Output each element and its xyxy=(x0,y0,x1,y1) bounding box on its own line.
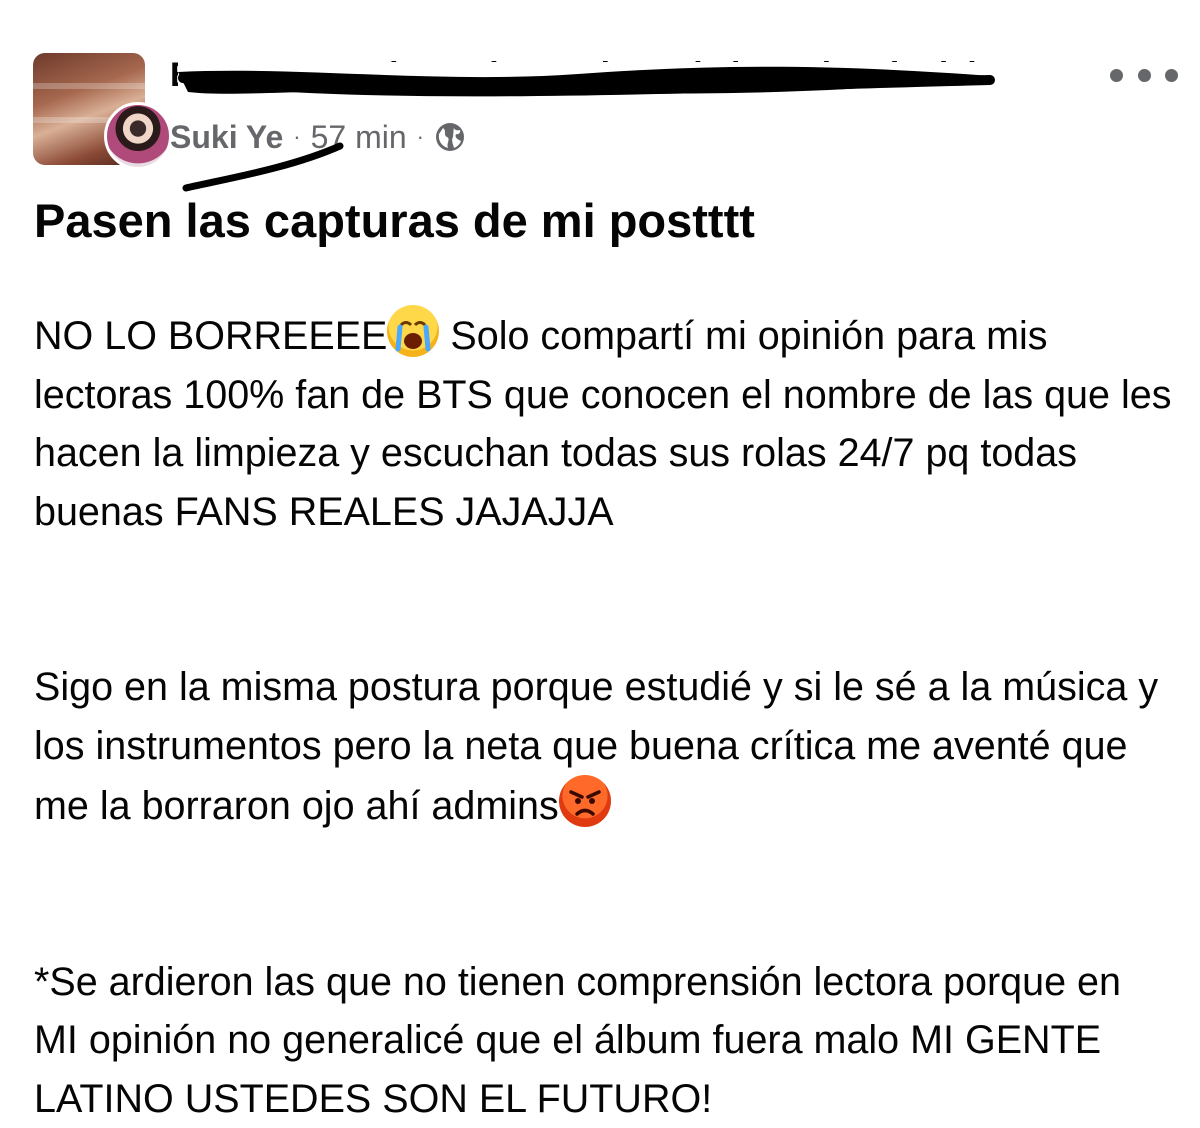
post-paragraph: Sigo en la misma postura porque estudié … xyxy=(34,658,1174,836)
author-avatar[interactable] xyxy=(104,102,172,170)
post-paragraph: NO LO BORREEEE Solo compartí mi opinión … xyxy=(34,305,1174,541)
meta-separator: · xyxy=(293,124,300,150)
angry-face-emoji xyxy=(559,775,611,827)
post-meta: Suki Ye · 57 min · xyxy=(170,116,466,158)
globe-icon[interactable] xyxy=(434,121,466,153)
post-header: Bangtan... ordenando nombres de las rola… xyxy=(0,0,1200,190)
paragraph-gap xyxy=(34,541,1174,658)
paragraph-gap xyxy=(34,836,1174,953)
loudly-crying-face-emoji xyxy=(387,305,439,357)
meta-separator: · xyxy=(417,124,424,150)
post-body: NO LO BORREEEE Solo compartí mi opinión … xyxy=(34,305,1174,1128)
post-title: Pasen las capturas de mi postttt xyxy=(34,190,1164,252)
paragraph-text: NO LO BORREEEE xyxy=(34,314,387,358)
more-horizontal-icon[interactable] xyxy=(1110,58,1178,92)
post-paragraph: *Se ardieron las que no tienen comprensi… xyxy=(34,953,1174,1128)
author-name-link[interactable]: Suki Ye xyxy=(170,119,283,156)
post-time-link[interactable]: 57 min xyxy=(311,119,407,156)
group-name-link[interactable]: Bangtan... ordenando nombres de las rola… xyxy=(170,56,990,96)
